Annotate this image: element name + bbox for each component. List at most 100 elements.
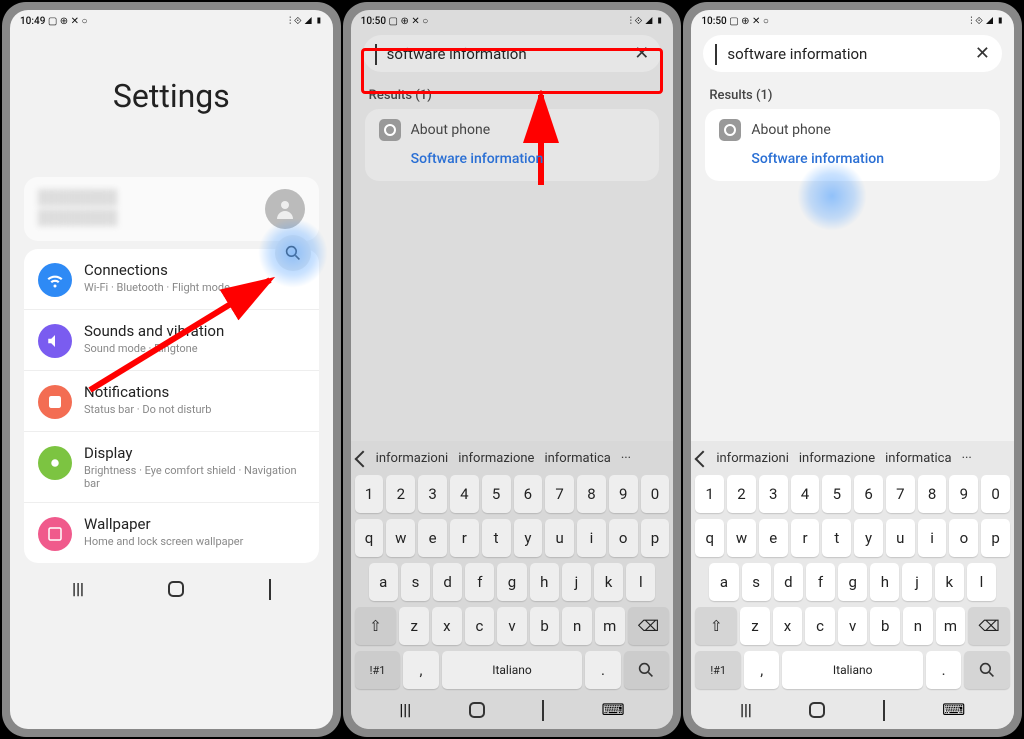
key-5[interactable]: 5 (482, 475, 511, 513)
key-2[interactable]: 2 (727, 475, 756, 513)
key-g[interactable]: g (838, 563, 867, 601)
more-icon[interactable]: ··· (618, 449, 634, 468)
home-button[interactable] (809, 702, 825, 718)
suggestion-collapse-icon[interactable] (354, 450, 371, 467)
key-m[interactable]: m (936, 607, 966, 645)
home-button[interactable] (168, 581, 184, 597)
key-f[interactable]: f (806, 563, 835, 601)
result-link-software-info[interactable]: Software information (719, 141, 986, 171)
key-a[interactable]: a (709, 563, 738, 601)
result-parent[interactable]: About phone (379, 119, 646, 141)
key-i[interactable]: i (918, 519, 947, 557)
back-icon[interactable] (375, 44, 377, 63)
key-7[interactable]: 7 (886, 475, 915, 513)
key-u[interactable]: u (886, 519, 915, 557)
key-q[interactable]: q (355, 519, 384, 557)
clear-icon[interactable]: ✕ (975, 43, 990, 64)
keyboard-switch-icon[interactable]: ⌨ (942, 700, 965, 719)
key-4[interactable]: 4 (791, 475, 820, 513)
key-o[interactable]: o (609, 519, 638, 557)
space-key[interactable]: Italiano (782, 651, 923, 689)
search-bar[interactable]: ✕ (363, 35, 662, 72)
suggestion[interactable]: informazione (455, 449, 537, 468)
backspace-key[interactable]: ⌫ (968, 607, 1010, 645)
key-y[interactable]: y (854, 519, 883, 557)
back-icon[interactable] (715, 44, 717, 63)
key-a[interactable]: a (369, 563, 398, 601)
key-t[interactable]: t (822, 519, 851, 557)
search-button[interactable] (275, 235, 311, 271)
key-d[interactable]: d (433, 563, 462, 601)
key-s[interactable]: s (401, 563, 430, 601)
keyboard-collapse-button[interactable] (883, 700, 885, 719)
key-n[interactable]: n (903, 607, 933, 645)
period-key[interactable]: . (585, 651, 620, 689)
key-l[interactable]: l (626, 563, 655, 601)
keyboard-switch-icon[interactable]: ⌨ (601, 700, 624, 719)
key-d[interactable]: d (774, 563, 803, 601)
key-j[interactable]: j (562, 563, 591, 601)
keyboard-collapse-button[interactable] (542, 700, 544, 719)
key-v[interactable]: v (838, 607, 868, 645)
key-k[interactable]: k (935, 563, 964, 601)
key-w[interactable]: w (386, 519, 415, 557)
key-9[interactable]: 9 (609, 475, 638, 513)
key-m[interactable]: m (595, 607, 625, 645)
search-input[interactable] (727, 45, 965, 63)
key-6[interactable]: 6 (514, 475, 543, 513)
suggestion[interactable]: informazione (796, 449, 878, 468)
key-2[interactable]: 2 (386, 475, 415, 513)
suggestion[interactable]: informatica (541, 449, 613, 468)
key-j[interactable]: j (902, 563, 931, 601)
back-button[interactable] (269, 579, 271, 598)
key-i[interactable]: i (577, 519, 606, 557)
key-p[interactable]: p (641, 519, 670, 557)
key-g[interactable]: g (497, 563, 526, 601)
key-e[interactable]: e (418, 519, 447, 557)
settings-item-sounds[interactable]: Sounds and vibrationSound mode · Rington… (24, 310, 319, 371)
key-l[interactable]: l (967, 563, 996, 601)
search-input[interactable] (387, 45, 625, 63)
key-x[interactable]: x (773, 607, 803, 645)
result-link-software-info[interactable]: Software information (379, 141, 646, 171)
key-n[interactable]: n (562, 607, 592, 645)
key-k[interactable]: k (594, 563, 623, 601)
key-q[interactable]: q (695, 519, 724, 557)
key-s[interactable]: s (742, 563, 771, 601)
clear-icon[interactable]: ✕ (634, 43, 649, 64)
key-w[interactable]: w (727, 519, 756, 557)
settings-item-wallpaper[interactable]: WallpaperHome and lock screen wallpaper (24, 503, 319, 563)
key-3[interactable]: 3 (759, 475, 788, 513)
shift-key[interactable]: ⇧ (695, 607, 737, 645)
recents-button[interactable]: ||| (399, 700, 411, 719)
symbols-key[interactable]: !#1 (355, 651, 401, 689)
key-z[interactable]: z (399, 607, 429, 645)
key-x[interactable]: x (432, 607, 462, 645)
key-o[interactable]: o (949, 519, 978, 557)
recents-button[interactable]: ||| (72, 579, 84, 598)
suggestion-collapse-icon[interactable] (695, 450, 712, 467)
recents-button[interactable]: ||| (740, 700, 752, 719)
key-v[interactable]: v (497, 607, 527, 645)
key-e[interactable]: e (759, 519, 788, 557)
key-b[interactable]: b (870, 607, 900, 645)
avatar[interactable] (265, 189, 305, 229)
key-r[interactable]: r (450, 519, 479, 557)
search-key[interactable] (624, 651, 670, 689)
settings-item-display[interactable]: DisplayBrightness · Eye comfort shield ·… (24, 432, 319, 503)
key-b[interactable]: b (530, 607, 560, 645)
key-u[interactable]: u (545, 519, 574, 557)
key-p[interactable]: p (981, 519, 1010, 557)
more-icon[interactable]: ··· (959, 449, 975, 468)
result-parent[interactable]: About phone (719, 119, 986, 141)
key-9[interactable]: 9 (949, 475, 978, 513)
comma-key[interactable]: , (744, 651, 779, 689)
shift-key[interactable]: ⇧ (355, 607, 397, 645)
symbols-key[interactable]: !#1 (695, 651, 741, 689)
key-7[interactable]: 7 (545, 475, 574, 513)
key-h[interactable]: h (530, 563, 559, 601)
key-0[interactable]: 0 (981, 475, 1010, 513)
key-8[interactable]: 8 (918, 475, 947, 513)
space-key[interactable]: Italiano (442, 651, 583, 689)
search-bar[interactable]: ✕ (703, 35, 1002, 72)
